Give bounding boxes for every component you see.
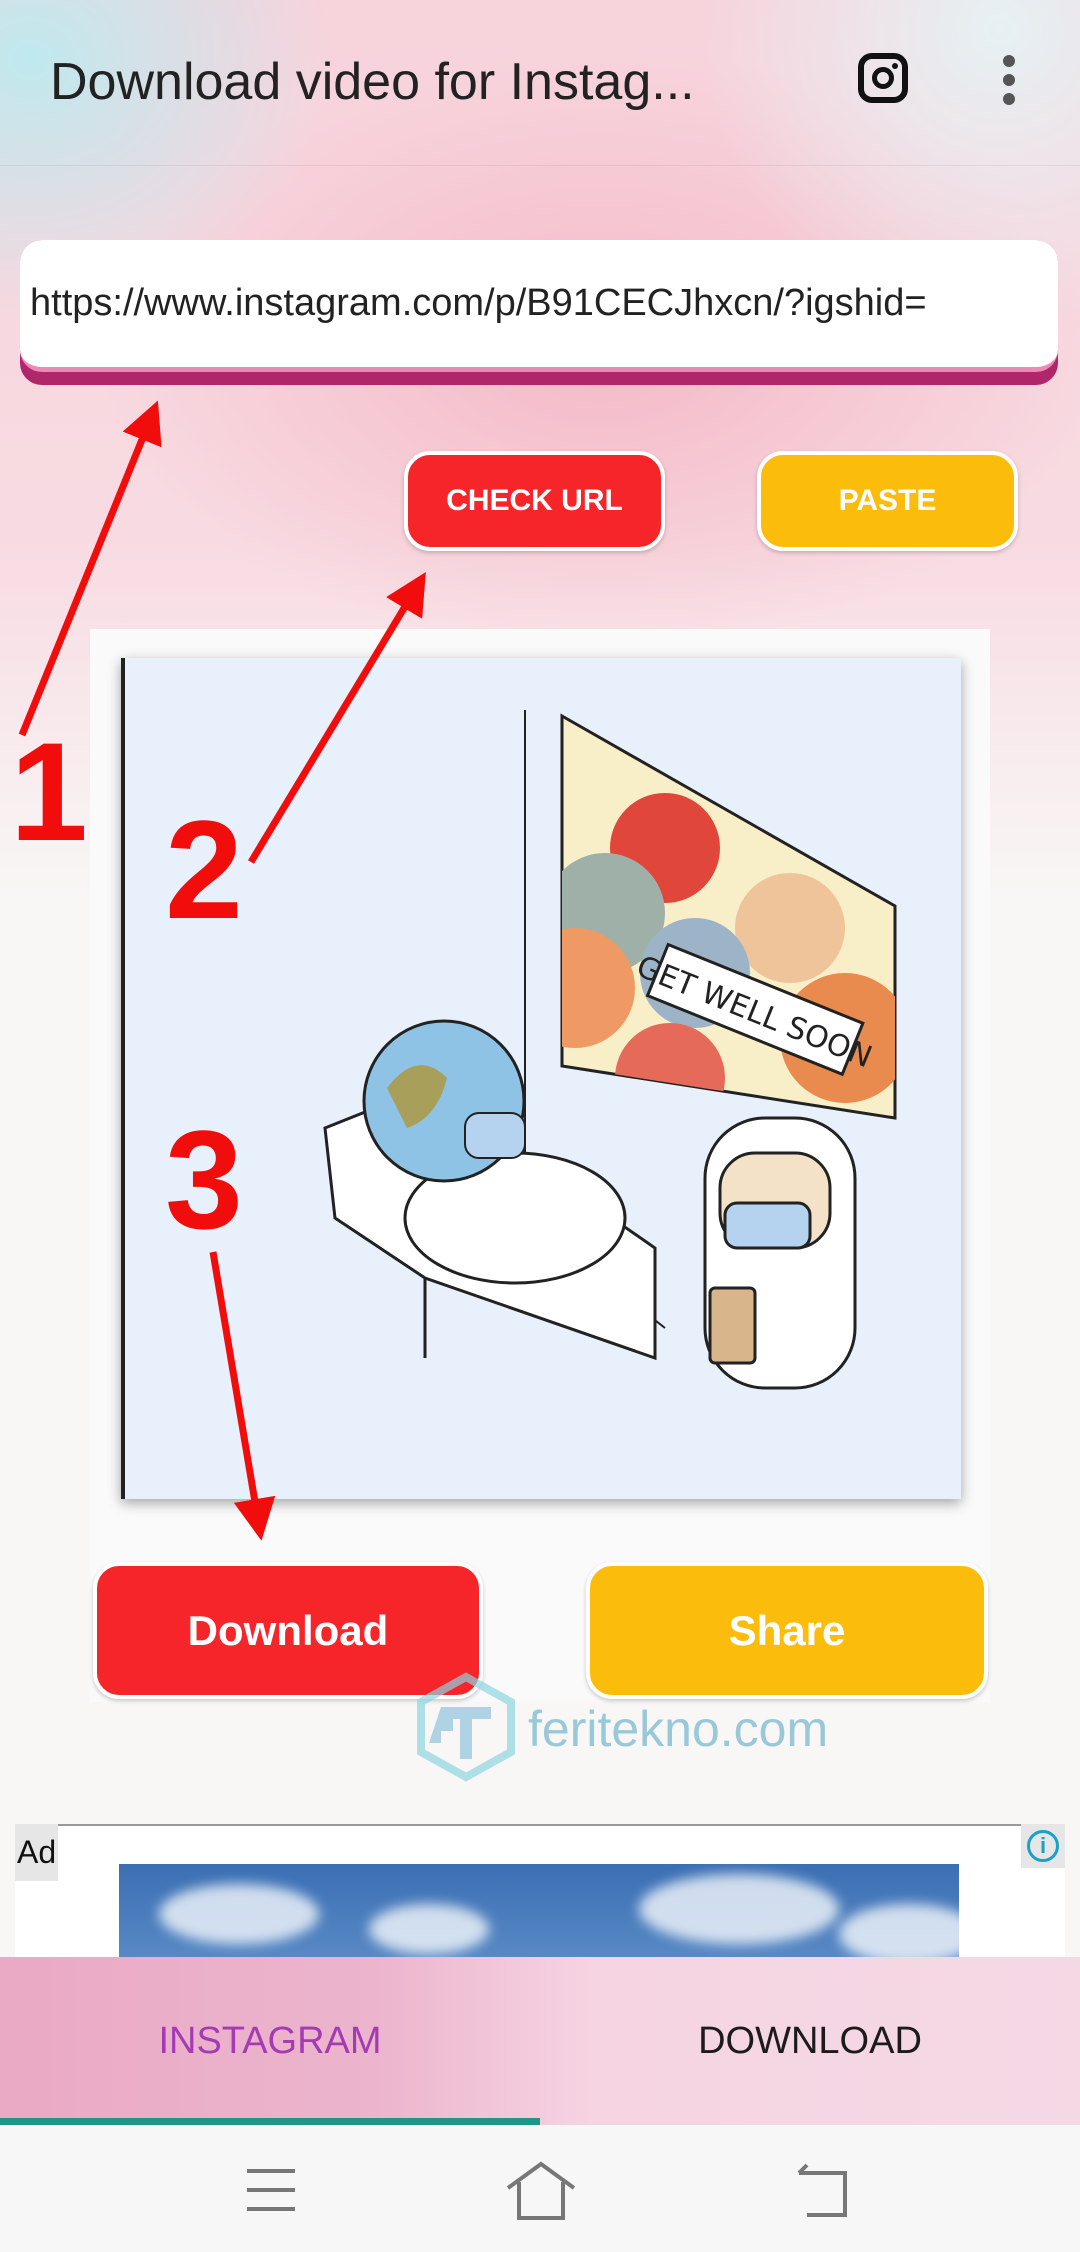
check-url-button[interactable]: CHECK URL [404,451,665,551]
share-label: Share [728,1606,846,1654]
app-title: Download video for Instag... [50,53,695,111]
preview-image: GET WELL SOON [121,658,961,1499]
ad-image[interactable] [119,1864,959,1964]
share-button[interactable]: Share [586,1562,988,1699]
paste-label: PASTE [838,484,937,517]
instagram-icon[interactable] [858,53,908,103]
feritekno-logo-watermark [417,1672,515,1782]
ad-label: Ad [15,1824,59,1881]
tab-download-label: DOWNLOAD [698,2019,922,2062]
ad-divider [58,1824,1038,1826]
check-url-label: CHECK URL [446,484,623,517]
ad-banner[interactable]: Ad i [15,1824,1065,1964]
download-label: Download [187,1606,389,1654]
back-icon[interactable] [795,2163,851,2219]
menu-icon[interactable] [245,2165,297,2215]
tab-indicator [0,2118,540,2125]
tab-instagram-label: INSTAGRAM [158,2019,382,2062]
app-bar: Download video for Instag... [0,0,1080,166]
info-icon[interactable]: i [1021,1824,1065,1868]
tab-bar: INSTAGRAM DOWNLOAD [0,1957,1080,2125]
tab-instagram[interactable]: INSTAGRAM [0,1957,540,2125]
url-field-wrapper [20,240,1058,385]
home-icon[interactable] [505,2160,577,2222]
paste-button[interactable]: PASTE [757,451,1018,551]
url-input[interactable] [20,240,1058,372]
system-nav-bar [0,2125,1080,2252]
tab-download[interactable]: DOWNLOAD [540,1957,1080,2125]
more-vert-icon[interactable] [1003,55,1017,105]
watermark-text: feritekno.com [528,1701,829,1757]
